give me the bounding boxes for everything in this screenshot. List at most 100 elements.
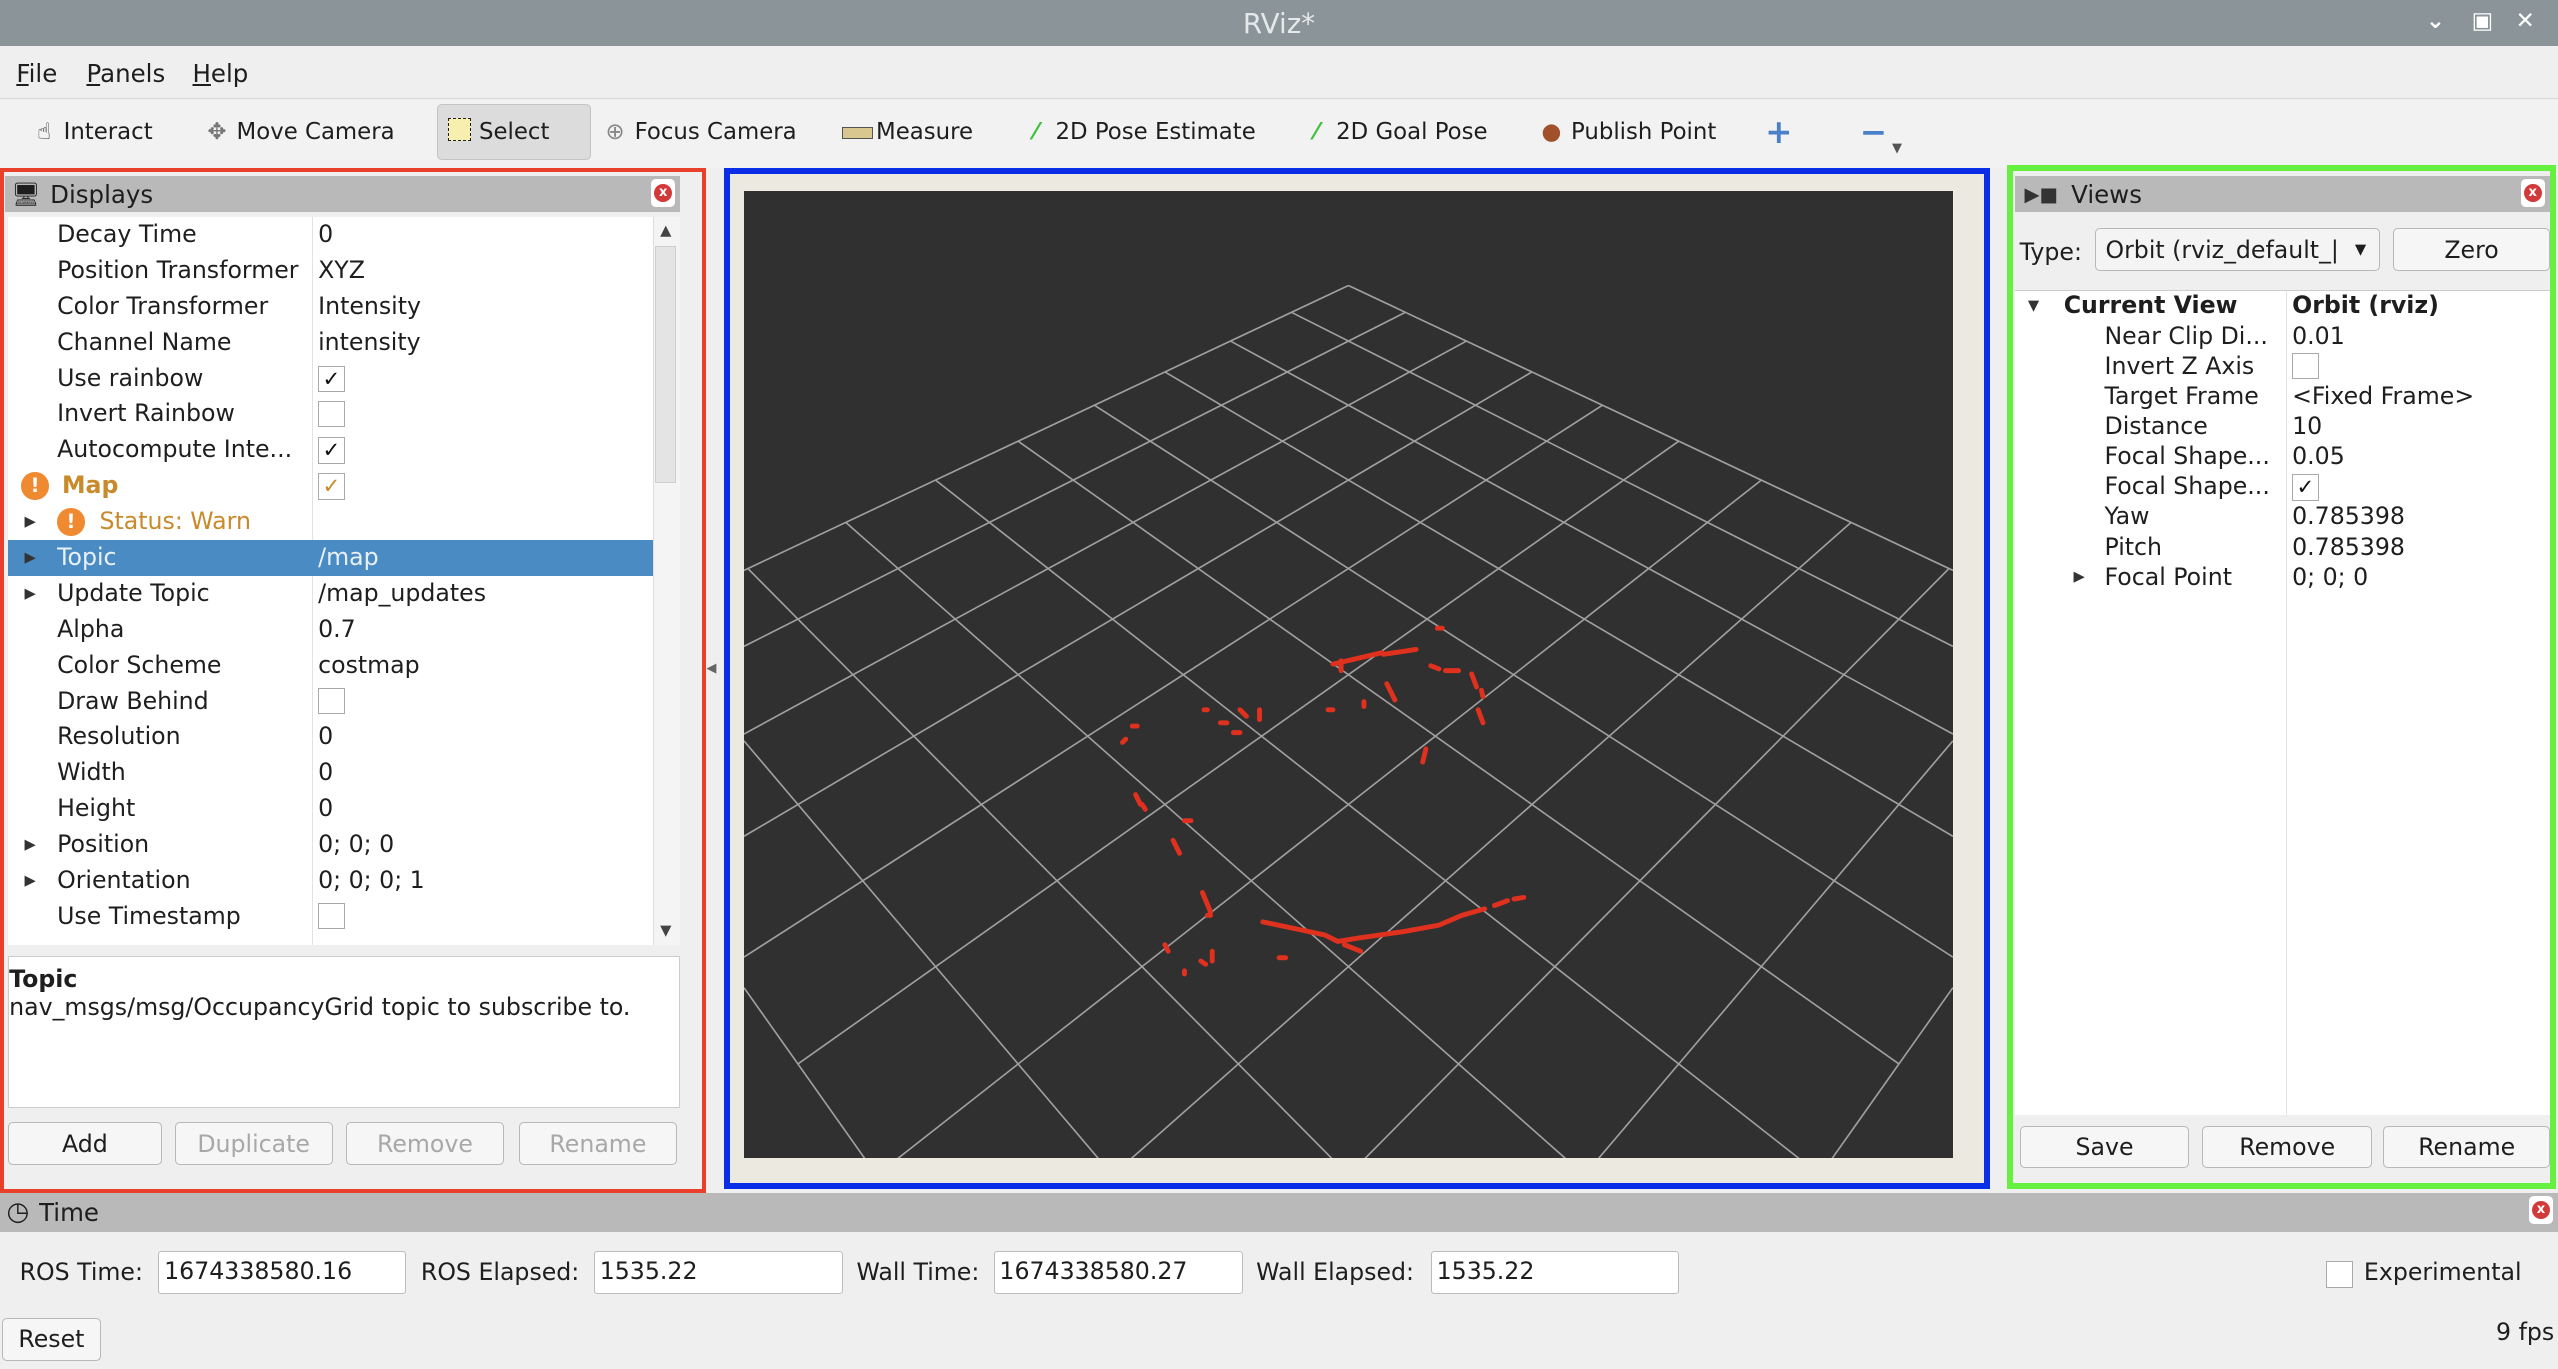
- save-view-button[interactable]: Save: [2019, 1125, 2190, 1169]
- property-row[interactable]: Decay Time 0: [8, 217, 652, 253]
- displays-tree[interactable]: Decay Time 0 Position Transformer XYZ Color …: [8, 216, 653, 945]
- property-row[interactable]: Position Transformer XYZ: [8, 253, 652, 289]
- menu-help[interactable]: Help: [193, 59, 249, 88]
- property-row[interactable]: Color Transformer Intensity: [8, 289, 652, 325]
- green-arrow-icon: ⁄: [1314, 119, 1319, 146]
- remove-tool-button[interactable]: − ▼: [1853, 104, 1908, 159]
- property-row[interactable]: Invert Z Axis: [2015, 351, 2550, 381]
- expand-arrow-icon[interactable]: ▶: [24, 540, 35, 576]
- wall-elapsed-field[interactable]: 1535.22: [1430, 1251, 1679, 1294]
- tool-2d-pose-estimate[interactable]: ⁄ 2D Pose Estimate: [1015, 104, 1263, 159]
- experimental-checkbox[interactable]: [2326, 1261, 2353, 1288]
- property-row[interactable]: Channel Name intensity: [8, 325, 652, 361]
- ruler-icon: [841, 119, 874, 145]
- add-button[interactable]: Add: [8, 1122, 162, 1165]
- tool-2d-goal-pose[interactable]: ⁄ 2D Goal Pose: [1295, 104, 1494, 159]
- property-row[interactable]: ▶! Status: Warn: [8, 504, 652, 540]
- property-row[interactable]: Draw Behind: [8, 684, 652, 720]
- laser-scan-points: [1119, 625, 1527, 977]
- 3d-render-view[interactable]: [743, 190, 1953, 1159]
- minimize-icon[interactable]: ⌄: [2426, 8, 2445, 34]
- property-row[interactable]: Alpha 0.7: [8, 612, 652, 648]
- ros-elapsed-field[interactable]: 1535.22: [593, 1251, 844, 1294]
- tool-measure[interactable]: Measure: [835, 104, 979, 159]
- zero-button[interactable]: Zero: [2393, 228, 2550, 271]
- property-row[interactable]: ▶ Orientation 0; 0; 0; 1: [8, 863, 652, 899]
- tool-publish-point[interactable]: ● Publish Point: [1530, 104, 1723, 159]
- ros-time-field[interactable]: 1674338580.16: [158, 1251, 407, 1294]
- close-panel-icon[interactable]: x: [650, 179, 676, 208]
- expand-arrow-icon[interactable]: ▶: [24, 827, 35, 863]
- property-row[interactable]: Focal Shape... 0.05: [2015, 441, 2550, 471]
- expand-arrow-icon[interactable]: ▶: [24, 863, 35, 899]
- property-checkbox[interactable]: ✓: [318, 365, 345, 392]
- menu-file[interactable]: File: [16, 59, 57, 88]
- property-row[interactable]: ! Map ✓: [8, 468, 652, 504]
- property-name: Update Topic: [57, 578, 210, 607]
- grid-line: [743, 371, 1533, 837]
- property-row[interactable]: Focal Shape... ✓: [2015, 471, 2550, 501]
- maximize-icon[interactable]: ▣: [2472, 8, 2494, 34]
- view-type-select[interactable]: Orbit (rviz_default_| ▼: [2094, 228, 2381, 271]
- property-row[interactable]: Width 0: [8, 755, 652, 791]
- collapse-arrow-icon[interactable]: ▼: [2028, 291, 2039, 320]
- menu-panels[interactable]: Panels: [86, 59, 165, 88]
- expand-arrow-icon[interactable]: ▶: [2073, 562, 2084, 592]
- tool-interact[interactable]: ☝ Interact: [23, 104, 159, 159]
- views-tree[interactable]: ▼ Current View Orbit (rviz) Near Clip Di...…: [2014, 290, 2550, 1116]
- property-value: 10: [2292, 412, 2323, 441]
- property-row[interactable]: Color Scheme costmap: [8, 648, 652, 684]
- remove-display-button[interactable]: Remove: [345, 1122, 505, 1165]
- scroll-down-icon[interactable]: ▼: [660, 922, 671, 939]
- reset-button[interactable]: Reset: [1, 1318, 102, 1361]
- property-row[interactable]: ▶ Update Topic/map_updates: [8, 576, 652, 612]
- property-checkbox[interactable]: ✓: [2292, 474, 2319, 501]
- property-checkbox[interactable]: [2292, 352, 2319, 380]
- expand-arrow-icon[interactable]: ▶: [24, 504, 35, 540]
- scroll-up-icon[interactable]: ▲: [660, 222, 671, 239]
- property-row[interactable]: Invert Rainbow: [8, 396, 652, 432]
- remove-view-button[interactable]: Remove: [2202, 1125, 2373, 1169]
- close-panel-icon[interactable]: x: [2528, 1195, 2554, 1224]
- property-row[interactable]: Height 0: [8, 791, 652, 827]
- property-row[interactable]: Resolution 0: [8, 719, 652, 755]
- property-row[interactable]: Pitch 0.785398: [2015, 532, 2550, 562]
- property-row[interactable]: Near Clip Di... 0.01: [2015, 321, 2550, 351]
- rename-display-button[interactable]: Rename: [518, 1122, 678, 1165]
- property-value: costmap: [318, 650, 420, 679]
- property-checkbox[interactable]: ✓: [318, 437, 345, 464]
- property-name: Invert Rainbow: [57, 399, 235, 428]
- tool-select[interactable]: Select: [437, 104, 591, 160]
- splitter-handle-icon[interactable]: ◀: [706, 661, 716, 676]
- property-row[interactable]: ▶ Focal Point 0; 0; 0: [2015, 562, 2550, 592]
- property-row[interactable]: Use rainbow ✓: [8, 361, 652, 397]
- property-checkbox[interactable]: [318, 687, 345, 715]
- close-panel-icon[interactable]: x: [2520, 179, 2545, 208]
- property-row[interactable]: ▶ Topic/map: [8, 539, 653, 576]
- property-row[interactable]: Autocompute Inte... ✓: [8, 432, 652, 468]
- tool-focus-camera[interactable]: ⊕ Focus Camera: [594, 104, 803, 159]
- property-row[interactable]: Target Frame <Fixed Frame>: [2015, 381, 2550, 411]
- property-checkbox[interactable]: ✓: [318, 473, 345, 500]
- property-row[interactable]: Use Timestamp: [8, 899, 652, 935]
- displays-scrollbar[interactable]: ▲ ▼: [652, 216, 681, 945]
- time-header: ◷ Time x: [0, 1192, 2558, 1232]
- grid-line: [1130, 521, 1852, 1159]
- wall-time-field[interactable]: 1674338580.27: [993, 1251, 1244, 1294]
- property-checkbox[interactable]: [318, 400, 345, 427]
- tool-move-camera[interactable]: ✥ Move Camera: [196, 104, 401, 159]
- property-row[interactable]: ▶ Position 0; 0; 0: [8, 827, 652, 863]
- rename-view-button[interactable]: Rename: [2383, 1125, 2550, 1169]
- property-value: 0.785398: [2292, 502, 2405, 531]
- expand-arrow-icon[interactable]: ▶: [24, 576, 35, 612]
- current-view-row[interactable]: ▼ Current View Orbit (rviz): [2015, 291, 2550, 321]
- duplicate-button[interactable]: Duplicate: [174, 1122, 333, 1165]
- property-name: Use rainbow: [57, 363, 204, 392]
- ros-time-label: ROS Time:: [19, 1257, 143, 1286]
- property-row[interactable]: Distance 10: [2015, 411, 2550, 441]
- add-tool-button[interactable]: +: [1759, 104, 1799, 159]
- property-checkbox[interactable]: [318, 902, 345, 930]
- scrollbar-thumb[interactable]: [655, 246, 677, 483]
- close-icon[interactable]: ✕: [2516, 8, 2535, 34]
- property-row[interactable]: Yaw 0.785398: [2015, 501, 2550, 531]
